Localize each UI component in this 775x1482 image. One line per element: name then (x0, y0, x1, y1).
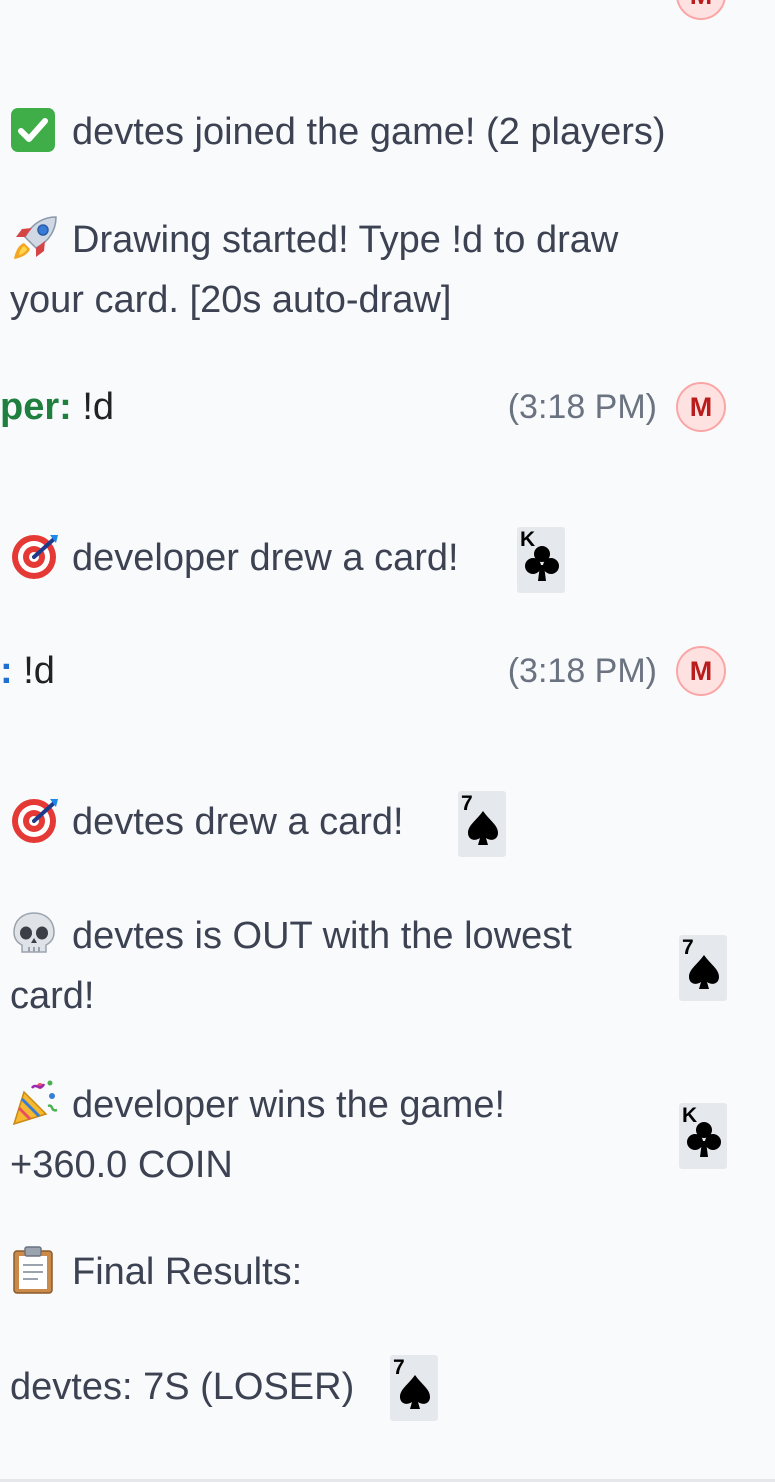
message-text: !d (23, 650, 55, 692)
user-message: : !d (3:18 PM) M (0, 646, 775, 696)
system-message-draw: devtes drew a card! (10, 792, 404, 852)
clipboard-icon (10, 1245, 62, 1295)
message-line-1: Drawing started! Type !d to draw (72, 219, 619, 261)
spades-suit-icon (468, 811, 498, 845)
system-message-drawing-started: Drawing started! Type !d to draw your ca… (10, 210, 618, 330)
avatar[interactable]: M (676, 0, 726, 20)
system-message-results: Final Results: (10, 1242, 302, 1302)
playing-card: 7 (390, 1355, 438, 1421)
message-line-2: your card. [20s auto-draw] (10, 279, 452, 321)
message-text: !d (82, 386, 115, 428)
message-line-1: developer wins the game! (72, 1084, 506, 1126)
username[interactable]: per: (0, 386, 72, 428)
message-text: developer drew a card! (72, 537, 459, 579)
clubs-suit-icon (687, 1122, 721, 1157)
result-row: devtes: 7S (LOSER) (10, 1357, 354, 1417)
system-message-out: devtes is OUT with the lowest card! (10, 906, 572, 1026)
spades-suit-icon (689, 955, 719, 989)
message-line-1: devtes is OUT with the lowest (72, 915, 572, 957)
target-icon (10, 795, 62, 845)
timestamp: (3:18 PM) (507, 652, 657, 690)
timestamp: (3:18 PM) (507, 388, 657, 426)
playing-card: 7 (679, 935, 727, 1001)
message-line-2: +360.0 COIN (10, 1144, 233, 1186)
username[interactable]: : (0, 650, 13, 692)
result-text: devtes: 7S (LOSER) (10, 1366, 355, 1408)
spades-suit-icon (400, 1375, 430, 1409)
system-message-joined: devtes joined the game! (2 players) (10, 102, 666, 162)
message-text: devtes drew a card! (72, 801, 404, 843)
user-message: per: !d (3:18 PM) M (0, 382, 775, 432)
check-icon (10, 107, 62, 153)
skull-icon (10, 910, 62, 958)
chat-log: M devtes joined the game! (2 players) Dr… (0, 0, 775, 1482)
message-text: Final Results: (72, 1251, 303, 1293)
clubs-suit-icon (525, 546, 559, 581)
system-message-win: developer wins the game! +360.0 COIN (10, 1075, 505, 1195)
target-icon (10, 531, 62, 581)
party-popper-icon (10, 1078, 62, 1128)
playing-card: K (679, 1103, 727, 1169)
message-text: devtes joined the game! (2 players) (72, 111, 666, 153)
system-message-draw: developer drew a card! (10, 528, 459, 588)
avatar[interactable]: M (676, 382, 726, 432)
rocket-icon (10, 213, 62, 263)
playing-card: K (517, 527, 565, 593)
playing-card: 7 (458, 791, 506, 857)
message-line-2: card! (10, 975, 95, 1017)
avatar[interactable]: M (676, 646, 726, 696)
